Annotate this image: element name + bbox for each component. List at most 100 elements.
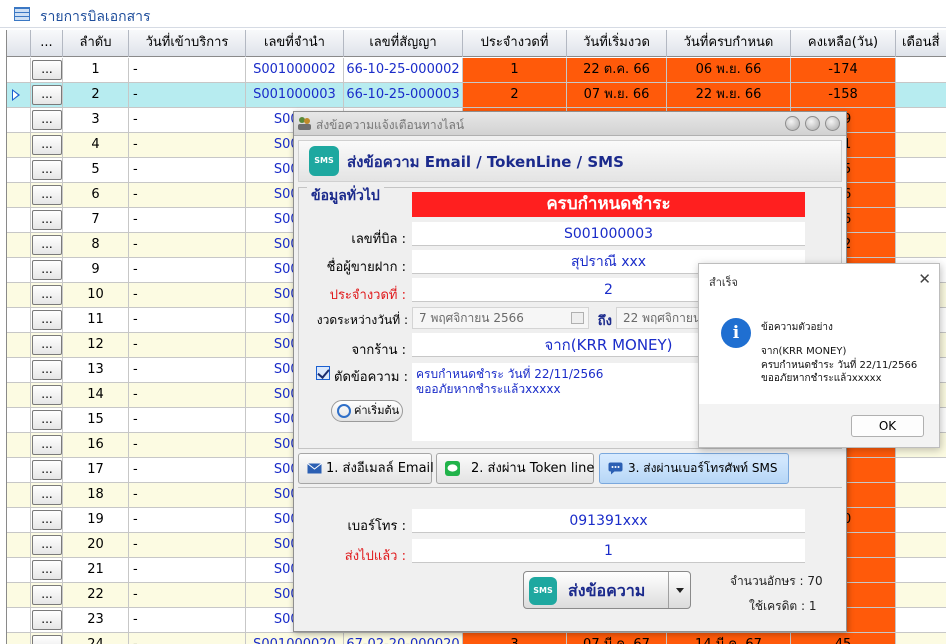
row-detail-button[interactable]: ... <box>32 485 62 505</box>
row-detail-button[interactable]: ... <box>32 360 62 380</box>
row-indicator[interactable] <box>7 433 31 457</box>
cell-service: - <box>129 308 246 332</box>
row-indicator[interactable] <box>7 408 31 432</box>
bill-no-field[interactable]: S001000003 <box>412 222 805 246</box>
row-indicator[interactable] <box>7 258 31 282</box>
cut-message-label: ตัดข้อความ : <box>334 370 408 385</box>
row-detail-button[interactable]: ... <box>32 610 62 630</box>
row-detail-button[interactable]: ... <box>32 60 62 80</box>
dialog-titlebar: ส่งข้อความแจ้งเตือนทางไลน์ <box>294 112 846 136</box>
table-row[interactable]: ... 2- S001000003 66-10-25-000003 2 07 พ.ย. 6… <box>7 83 946 108</box>
row-indicator[interactable] <box>7 508 31 532</box>
row-indicator[interactable] <box>7 308 31 332</box>
row-indicator[interactable] <box>7 533 31 557</box>
col-header-actions[interactable]: ... <box>31 30 63 57</box>
row-detail-button[interactable]: ... <box>32 460 62 480</box>
cell-no: 11 <box>63 308 129 332</box>
cell-pawn: S001000020 <box>246 633 344 644</box>
phone-field[interactable]: 091391xxx <box>412 509 805 533</box>
cell-extra <box>896 83 946 107</box>
row-detail-button[interactable]: ... <box>32 285 62 305</box>
cell-extra <box>896 483 946 507</box>
cell-service: - <box>129 458 246 482</box>
row-indicator[interactable] <box>7 383 31 407</box>
row-detail-button[interactable]: ... <box>32 160 62 180</box>
row-indicator[interactable] <box>7 58 31 82</box>
row-detail-button[interactable]: ... <box>32 185 62 205</box>
cell-service: - <box>129 633 246 644</box>
row-detail-button[interactable]: ... <box>32 335 62 355</box>
maximize-button[interactable] <box>805 116 820 131</box>
row-detail-button[interactable]: ... <box>32 410 62 430</box>
col-header-due-date[interactable]: วันที่ครบกำหนด <box>667 30 791 57</box>
row-indicator[interactable] <box>7 183 31 207</box>
date-from-picker[interactable]: 7 พฤศจิกายน 2566 <box>412 307 589 329</box>
col-header-service-date[interactable]: วันที่เข้าบริการ <box>129 30 246 57</box>
sms-send-icon: SMS <box>529 577 557 605</box>
row-detail-button[interactable]: ... <box>32 560 62 580</box>
reset-default-button[interactable]: ค่าเริ่มต้น <box>331 400 403 422</box>
cell-service: - <box>129 258 246 282</box>
tab-email[interactable]: 1. ส่งอีเมลล์ Email <box>298 453 434 484</box>
row-detail-button[interactable]: ... <box>32 110 62 130</box>
tab-token-line[interactable]: 2. ส่งผ่าน Token line <box>436 453 594 484</box>
row-detail-button[interactable]: ... <box>32 235 62 255</box>
col-header-no[interactable]: ลำดับ <box>63 30 129 57</box>
minimize-button[interactable] <box>785 116 800 131</box>
row-detail-button[interactable]: ... <box>32 260 62 280</box>
col-header-period[interactable]: ประจำงวดที่ <box>463 30 567 57</box>
row-detail-button[interactable]: ... <box>32 310 62 330</box>
row-indicator[interactable] <box>7 283 31 307</box>
row-detail-button[interactable]: ... <box>32 510 62 530</box>
cell-service: - <box>129 83 246 107</box>
row-indicator[interactable] <box>7 233 31 257</box>
date-to-value: 22 พฤศจิกายน <box>623 311 702 325</box>
message-line-2: จาก(KRR MONEY) <box>761 346 847 357</box>
row-detail-button[interactable]: ... <box>32 385 62 405</box>
cell-no: 15 <box>63 408 129 432</box>
col-header-start-date[interactable]: วันที่เริ่มงวด <box>567 30 667 57</box>
row-indicator[interactable] <box>7 358 31 382</box>
row-indicator[interactable] <box>7 108 31 132</box>
row-detail-button[interactable]: ... <box>32 435 62 455</box>
row-indicator[interactable] <box>7 558 31 582</box>
cell-service: - <box>129 533 246 557</box>
close-button[interactable] <box>825 116 840 131</box>
col-header-contract-no[interactable]: เลขที่สัญญา <box>344 30 463 57</box>
table-row[interactable]: ... 1- S001000002 66-10-25-000002 1 22 ต.ค. 6… <box>7 58 946 83</box>
row-indicator[interactable] <box>7 133 31 157</box>
row-indicator[interactable] <box>7 633 31 644</box>
table-row[interactable]: ...24-S00100002067-02-20-000020307 มี.ค.… <box>7 633 946 644</box>
message-box-title: สำเร็จ <box>709 276 739 289</box>
row-indicator[interactable] <box>7 158 31 182</box>
row-indicator[interactable] <box>7 83 31 107</box>
send-message-button[interactable]: SMS ส่งข้อความ <box>523 571 691 609</box>
row-detail-button[interactable]: ... <box>32 635 62 644</box>
chevron-down-icon[interactable] <box>668 572 690 608</box>
col-header-remaining-days[interactable]: คงเหลือ(วัน) <box>791 30 896 57</box>
cell-period: 1 <box>463 58 567 82</box>
row-indicator[interactable] <box>7 608 31 632</box>
col-header-pawn-no[interactable]: เลขที่จำนำ <box>246 30 344 57</box>
row-indicator[interactable] <box>7 483 31 507</box>
cell-no: 6 <box>63 183 129 207</box>
row-indicator[interactable] <box>7 458 31 482</box>
row-indicator[interactable] <box>7 333 31 357</box>
row-detail-button[interactable]: ... <box>32 85 62 105</box>
ok-button[interactable]: OK <box>851 415 924 437</box>
group-title: ข้อมูลทั่วไป <box>307 185 384 207</box>
row-detail-button[interactable]: ... <box>32 135 62 155</box>
row-detail-button[interactable]: ... <box>32 210 62 230</box>
cell-extra <box>896 108 946 132</box>
row-detail-button[interactable]: ... <box>32 585 62 605</box>
cell-service: - <box>129 383 246 407</box>
calendar-icon[interactable] <box>571 312 584 324</box>
row-indicator[interactable] <box>7 208 31 232</box>
row-detail-button[interactable]: ... <box>32 535 62 555</box>
cut-message-checkbox[interactable] <box>316 366 330 380</box>
close-icon[interactable]: ✕ <box>918 270 931 288</box>
row-indicator[interactable] <box>7 583 31 607</box>
col-header-month[interactable]: เดือนสี่ <box>896 30 946 57</box>
tab-sms[interactable]: 3. ส่งผ่านเบอร์โทรศัพท์ SMS <box>599 453 789 484</box>
cell-no: 8 <box>63 233 129 257</box>
